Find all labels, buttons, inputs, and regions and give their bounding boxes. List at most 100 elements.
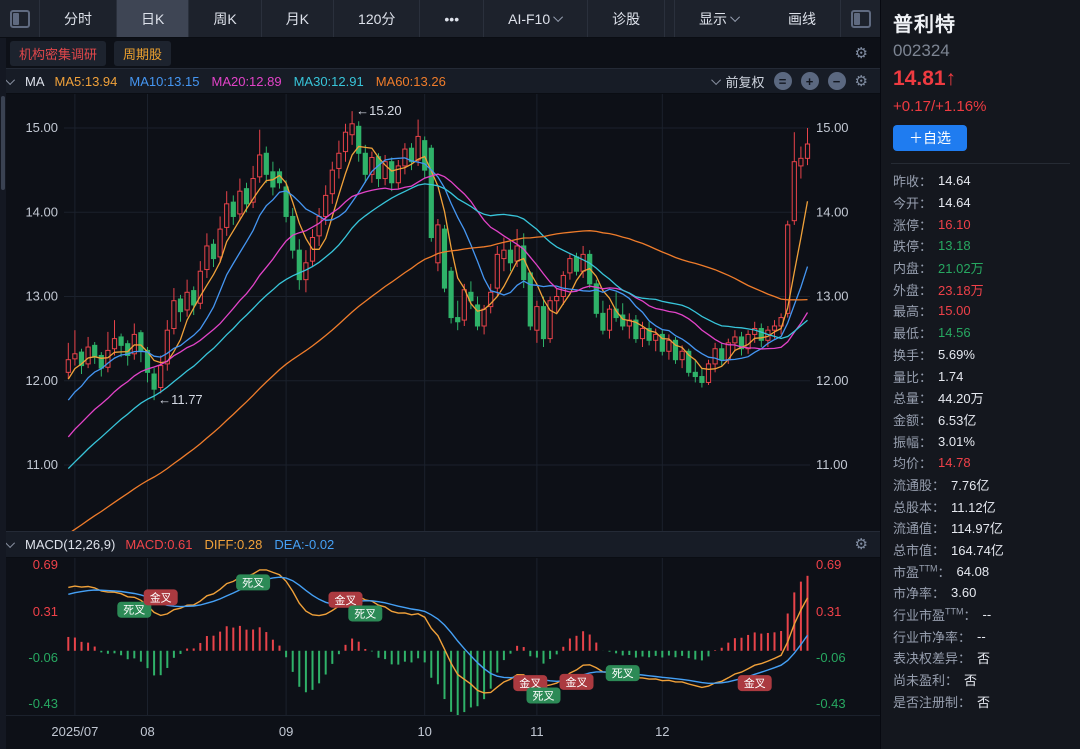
candlestick-svg: 15.00 15.00 14.00 14.00 13.00 13.00 12.00 12.00… bbox=[0, 94, 880, 531]
chevron-down-icon bbox=[553, 12, 563, 22]
svg-text:死叉: 死叉 bbox=[354, 608, 376, 620]
stat-row-跌停: 跌停：13.18 bbox=[893, 235, 1070, 257]
gear-icon[interactable]: ⚙ bbox=[855, 46, 868, 61]
tag-institution[interactable]: 机构密集调研 bbox=[10, 41, 106, 66]
svg-text:13.00: 13.00 bbox=[816, 289, 849, 304]
legend-value: MA5:13.94 bbox=[55, 74, 118, 89]
x-axis-label: 2025/07 bbox=[51, 724, 98, 739]
svg-text:金叉: 金叉 bbox=[566, 675, 588, 689]
stock-app: 分时日K周K月K120分•••AI-F10诊股 显示画线 机构密集调研 周期股 … bbox=[0, 0, 1080, 749]
quote-sidebar: 普利特 002324 14.81↑ +0.17/+1.16% ＋自选 昨收：14… bbox=[880, 0, 1080, 749]
gear-icon[interactable]: ⚙ bbox=[855, 537, 868, 552]
svg-text:12.00: 12.00 bbox=[816, 373, 849, 388]
chevron-down-icon[interactable] bbox=[5, 75, 15, 85]
x-axis-label: 12 bbox=[655, 724, 669, 739]
macd-legend-values: MACD:0.61 DIFF:0.28 DEA:-0.02 bbox=[125, 537, 334, 552]
tab-月K[interactable]: 月K bbox=[262, 0, 334, 37]
stat-row-振幅: 振幅：3.01% bbox=[893, 430, 1070, 452]
stat-row-尚未盈利: 尚未盈利：否 bbox=[893, 669, 1070, 691]
svg-text:死叉: 死叉 bbox=[123, 605, 145, 617]
gear-icon[interactable]: ⚙ bbox=[855, 74, 868, 89]
legend-value: DIFF:0.28 bbox=[205, 537, 263, 552]
add-watchlist-button[interactable]: ＋自选 bbox=[893, 125, 967, 151]
panel-icon bbox=[10, 10, 30, 28]
stat-row-行业市盈: 行业市盈TTM：-- bbox=[893, 604, 1070, 626]
stat-row-市盈: 市盈TTM：64.08 bbox=[893, 560, 1070, 582]
tag-cyclical[interactable]: 周期股 bbox=[114, 41, 171, 66]
toolbar-spacer bbox=[665, 0, 674, 37]
legend-value: MACD:0.61 bbox=[125, 537, 192, 552]
svg-text:12.00: 12.00 bbox=[25, 373, 58, 388]
stat-row-均价: 均价：14.78 bbox=[893, 452, 1070, 474]
macd-svg: 0.690.690.310.31-0.06-0.06-0.43-0.43死叉金叉… bbox=[0, 558, 880, 715]
macd-label: MACD(12,26,9) bbox=[25, 537, 115, 552]
adjust-mode-dropdown[interactable]: 前复权 bbox=[714, 72, 765, 91]
macd-chart[interactable]: 0.690.690.310.31-0.06-0.06-0.43-0.43死叉金叉… bbox=[0, 558, 880, 715]
svg-text:-0.43: -0.43 bbox=[28, 696, 58, 711]
svg-text:←15.20: ←15.20 bbox=[356, 103, 402, 118]
period-toolbar: 分时日K周K月K120分•••AI-F10诊股 显示画线 bbox=[0, 0, 880, 38]
adjust-mode-label: 前复权 bbox=[726, 72, 765, 91]
stat-row-今开: 今开：14.64 bbox=[893, 192, 1070, 214]
stat-row-流通值: 流通值：114.97亿 bbox=[893, 517, 1070, 539]
svg-text:11.00: 11.00 bbox=[26, 457, 58, 472]
tab-诊股[interactable]: 诊股 bbox=[588, 0, 665, 37]
stat-row-最低: 最低：14.56 bbox=[893, 322, 1070, 344]
scale-reset-button[interactable]: = bbox=[774, 72, 792, 90]
chevron-down-icon bbox=[730, 12, 740, 22]
svg-text:15.00: 15.00 bbox=[25, 120, 58, 135]
svg-text:←11.77: ←11.77 bbox=[158, 392, 203, 407]
svg-text:14.00: 14.00 bbox=[25, 204, 58, 219]
tab-AI-F10[interactable]: AI-F10 bbox=[484, 0, 588, 37]
legend-value: MA60:13.26 bbox=[376, 74, 446, 89]
stats-list: 昨收：14.64今开：14.64涨停：16.10跌停：13.18内盘：21.02… bbox=[893, 170, 1070, 712]
svg-text:0.69: 0.69 bbox=[33, 558, 58, 572]
tab-日K[interactable]: 日K bbox=[117, 0, 189, 37]
stat-row-总量: 总量：44.20万 bbox=[893, 387, 1070, 409]
zoom-out-button[interactable]: − bbox=[828, 72, 846, 90]
stat-row-流通股: 流通股：7.76亿 bbox=[893, 474, 1070, 496]
svg-text:0.69: 0.69 bbox=[816, 558, 841, 572]
svg-text:13.00: 13.00 bbox=[25, 289, 58, 304]
left-scroll-rail[interactable] bbox=[0, 38, 6, 749]
x-axis-label: 10 bbox=[417, 724, 431, 739]
zoom-in-button[interactable]: + bbox=[801, 72, 819, 90]
stock-change: +0.17/+1.16% bbox=[893, 98, 1070, 115]
scroll-thumb[interactable] bbox=[1, 96, 5, 190]
stat-row-昨收: 昨收：14.64 bbox=[893, 170, 1070, 192]
stock-price: 14.81↑ bbox=[893, 67, 1070, 91]
tab-120分[interactable]: 120分 bbox=[334, 0, 420, 37]
time-axis: 2025/070809101112 bbox=[0, 715, 880, 749]
tab-画线[interactable]: 画线 bbox=[764, 0, 840, 37]
x-axis-label: 09 bbox=[279, 724, 293, 739]
svg-text:死叉: 死叉 bbox=[242, 577, 264, 589]
stat-row-表决权差异: 表决权差异：否 bbox=[893, 647, 1070, 669]
tab-•••[interactable]: ••• bbox=[420, 0, 484, 37]
stat-row-最高: 最高：15.00 bbox=[893, 300, 1070, 322]
svg-text:14.00: 14.00 bbox=[816, 204, 849, 219]
stat-row-市净率: 市净率：3.60 bbox=[893, 582, 1070, 604]
svg-text:15.00: 15.00 bbox=[816, 120, 849, 135]
svg-text:金叉: 金叉 bbox=[335, 593, 357, 607]
ma-row-controls: 前复权 = + − ⚙ bbox=[714, 72, 868, 91]
stat-row-行业市净率: 行业市净率：-- bbox=[893, 625, 1070, 647]
left-panel-toggle-button[interactable] bbox=[0, 0, 40, 37]
chart-column: 分时日K周K月K120分•••AI-F10诊股 显示画线 机构密集调研 周期股 … bbox=[0, 0, 880, 749]
ma-label: MA bbox=[25, 74, 45, 89]
svg-text:0.31: 0.31 bbox=[816, 604, 841, 619]
stat-row-总股本: 总股本：11.12亿 bbox=[893, 495, 1070, 517]
tab-周K[interactable]: 周K bbox=[189, 0, 261, 37]
tab-显示[interactable]: 显示 bbox=[675, 0, 764, 37]
macd-legend-row: MACD(12,26,9) MACD:0.61 DIFF:0.28 DEA:-0.0… bbox=[0, 531, 880, 558]
tab-分时[interactable]: 分时 bbox=[40, 0, 117, 37]
candlestick-chart[interactable]: 15.00 15.00 14.00 14.00 13.00 13.00 12.00 12.00… bbox=[0, 94, 880, 531]
right-panel-toggle-button[interactable] bbox=[840, 0, 880, 37]
ma-legend-values: MA5:13.94MA10:13.15MA20:12.89MA30:12.91M… bbox=[55, 74, 446, 89]
legend-value: MA30:12.91 bbox=[294, 74, 364, 89]
chevron-down-icon[interactable] bbox=[5, 538, 15, 548]
svg-text:-0.06: -0.06 bbox=[28, 650, 58, 665]
sidebar-divider bbox=[891, 163, 1070, 164]
legend-value: DEA:-0.02 bbox=[274, 537, 334, 552]
stock-name: 普利特 bbox=[893, 8, 1070, 37]
stat-row-总市值: 总市值：164.74亿 bbox=[893, 539, 1070, 561]
